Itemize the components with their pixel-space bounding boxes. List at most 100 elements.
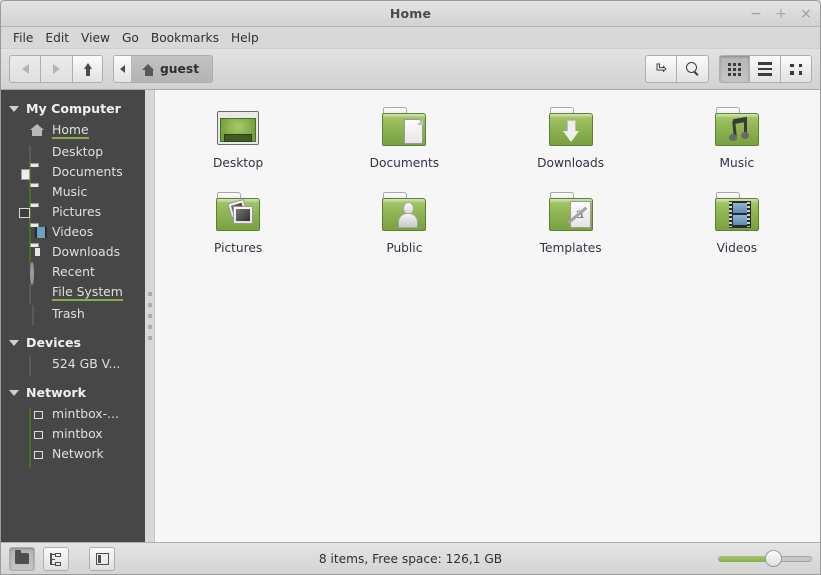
- sidebar-item-home[interactable]: Home: [1, 119, 145, 141]
- breadcrumb-item-guest[interactable]: guest: [132, 56, 213, 82]
- downloads-folder-icon: [547, 107, 595, 151]
- menu-go[interactable]: Go: [116, 29, 145, 47]
- file-item-downloads[interactable]: Downloads: [488, 104, 654, 173]
- sidebar-item-label: Trash: [52, 305, 85, 321]
- sidebar-item-volume[interactable]: 524 GB V...: [1, 353, 145, 376]
- menu-view[interactable]: View: [75, 29, 116, 47]
- search-icon: [685, 62, 700, 76]
- icon-view-button[interactable]: [719, 55, 750, 83]
- file-item-videos[interactable]: Videos: [654, 189, 820, 258]
- back-button[interactable]: [9, 55, 41, 83]
- folder-icon: [15, 550, 29, 564]
- file-label: Public: [386, 241, 423, 255]
- file-label: Templates: [539, 241, 602, 255]
- up-button[interactable]: [73, 55, 103, 83]
- window-controls: − + ×: [749, 1, 813, 27]
- path-entry-button[interactable]: ⏎: [645, 55, 677, 83]
- grid-view-icon: [728, 62, 741, 76]
- close-icon[interactable]: ×: [799, 7, 813, 21]
- breadcrumb-label: guest: [160, 62, 200, 76]
- file-item-pictures[interactable]: Pictures: [155, 189, 321, 258]
- menu-bookmarks[interactable]: Bookmarks: [145, 29, 225, 47]
- sidebar-item-desktop[interactable]: Desktop: [1, 141, 145, 166]
- sidebar-panel-icon: [95, 552, 109, 565]
- zoom-slider[interactable]: [718, 550, 812, 568]
- file-item-desktop[interactable]: Desktop: [155, 104, 321, 173]
- sidebar-item-label: Pictures: [52, 203, 102, 219]
- sidebar-item-label: Videos: [52, 223, 94, 239]
- arrow-left-icon: [21, 64, 29, 74]
- breadcrumb: guest: [113, 55, 214, 83]
- sidebar-item-label: File System: [52, 283, 123, 301]
- toggle-sidebar-button[interactable]: [89, 546, 115, 571]
- videos-folder-icon: [713, 192, 761, 236]
- maximize-icon[interactable]: +: [774, 7, 788, 21]
- disk-icon: [29, 354, 31, 376]
- desktop-folder-icon: [214, 107, 262, 151]
- list-view-button[interactable]: [750, 55, 781, 83]
- sidebar-section-network[interactable]: Network: [1, 382, 145, 403]
- arrow-right-icon: [53, 64, 60, 74]
- minimize-icon[interactable]: −: [749, 7, 763, 21]
- sidebar-section-label: Devices: [26, 335, 82, 350]
- home-icon: [29, 123, 45, 138]
- sidebar-splitter[interactable]: [145, 90, 155, 542]
- breadcrumb-scroll-left-button[interactable]: [114, 56, 132, 82]
- sidebar-section-label: Network: [26, 385, 86, 400]
- pictures-folder-icon: [214, 192, 262, 236]
- sidebar-item-file-system[interactable]: File System: [1, 281, 145, 305]
- disk-icon: [29, 283, 31, 305]
- public-folder-icon: [380, 192, 428, 236]
- sidebar-item-music[interactable]: Music: [1, 181, 145, 206]
- places-view-button[interactable]: [9, 546, 35, 571]
- file-item-music[interactable]: Music: [654, 104, 820, 173]
- sidebar-item-mintbox[interactable]: mintbox: [1, 423, 145, 448]
- trash-icon: [32, 304, 34, 326]
- sidebar-item-trash[interactable]: Trash: [1, 303, 145, 326]
- sidebar-item-label: mintbox: [52, 425, 103, 441]
- network-folder-icon: [29, 406, 31, 428]
- sidebar-section-devices[interactable]: Devices: [1, 332, 145, 353]
- sidebar-item-pictures[interactable]: Pictures: [1, 201, 145, 226]
- chevron-down-icon: [9, 340, 19, 346]
- file-item-documents[interactable]: Documents: [321, 104, 487, 173]
- sidebar-item-mintbox-share[interactable]: mintbox-...: [1, 403, 145, 428]
- sidebar-item-recent[interactable]: Recent: [1, 261, 145, 285]
- sidebar-item-label: Home: [52, 121, 89, 139]
- file-item-templates[interactable]: a Templates: [488, 189, 654, 258]
- sidebar-item-downloads[interactable]: Downloads: [1, 241, 145, 266]
- file-item-public[interactable]: Public: [321, 189, 487, 258]
- menu-edit[interactable]: Edit: [39, 29, 75, 47]
- search-button[interactable]: [677, 55, 709, 83]
- menu-file[interactable]: File: [7, 29, 39, 47]
- window-body: My Computer Home Desktop Documents Music…: [1, 90, 820, 542]
- documents-folder-icon: [380, 107, 428, 151]
- menu-help[interactable]: Help: [225, 29, 265, 47]
- recent-icon: [30, 261, 34, 285]
- window-title: Home: [389, 6, 432, 21]
- sidebar-item-label: Downloads: [52, 243, 121, 259]
- sidebar-item-videos[interactable]: Videos: [1, 221, 145, 246]
- sidebar-section-my-computer[interactable]: My Computer: [1, 98, 145, 119]
- chevron-left-icon: [120, 65, 125, 73]
- status-text: 8 items, Free space: 126,1 GB: [318, 551, 503, 566]
- sidebar-item-label: Desktop: [52, 143, 104, 159]
- templates-folder-icon: a: [547, 192, 595, 236]
- compact-view-button[interactable]: [781, 55, 812, 83]
- sidebar-item-label: mintbox-...: [52, 405, 119, 421]
- sidebar-item-documents[interactable]: Documents: [1, 161, 145, 186]
- compact-view-icon: [790, 63, 802, 75]
- sidebar-item-label: Recent: [52, 263, 95, 279]
- title-bar: Home − + ×: [1, 1, 820, 27]
- network-folder-icon: [29, 426, 31, 448]
- slider-handle[interactable]: [765, 550, 782, 567]
- file-list-area[interactable]: Desktop Documents Downloads Music Pictur…: [155, 90, 820, 542]
- tree-view-button[interactable]: [43, 546, 69, 571]
- chevron-down-icon: [9, 390, 19, 396]
- music-folder-icon: [713, 107, 761, 151]
- file-manager-window: Home − + × File Edit View Go Bookmarks H…: [0, 0, 821, 575]
- slider-fill: [719, 555, 769, 562]
- sidebar-item-network[interactable]: Network: [1, 443, 145, 468]
- forward-button[interactable]: [41, 55, 73, 83]
- sidebar-section-label: My Computer: [26, 101, 121, 116]
